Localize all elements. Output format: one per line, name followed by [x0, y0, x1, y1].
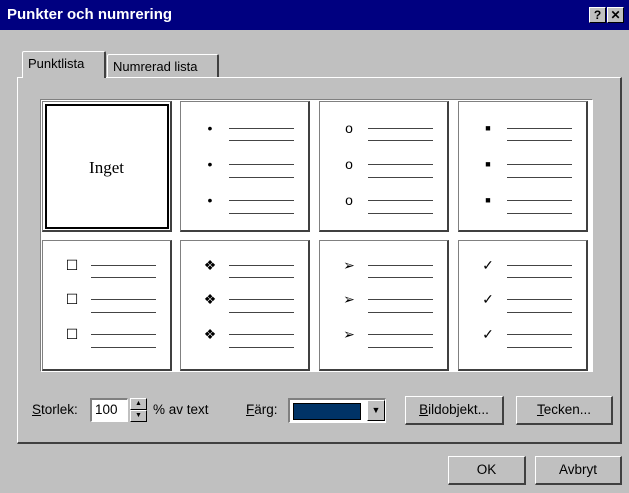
bullet-option-hollow-circle[interactable]: o o o: [319, 101, 449, 232]
filled-square-icon: ■: [485, 195, 491, 205]
size-suffix: % av text: [153, 402, 209, 417]
spin-up-icon[interactable]: ▲: [130, 398, 147, 410]
chevron-down-icon[interactable]: ▼: [367, 400, 385, 421]
size-input[interactable]: 100: [90, 398, 128, 422]
spin-down-icon[interactable]: ▼: [130, 410, 147, 422]
cancel-button[interactable]: Avbryt: [535, 456, 622, 485]
color-label: Färg:: [246, 402, 278, 417]
hollow-square-icon: ☐: [65, 291, 79, 307]
size-label: Storlek:: [32, 402, 78, 417]
character-button[interactable]: Tecken...: [516, 396, 613, 425]
checkmark-icon: ✓: [482, 326, 494, 342]
four-diamond-icon: ❖: [203, 257, 217, 273]
bullet-option-none-label: Inget: [89, 158, 124, 177]
bullet-option-small-dot[interactable]: • • •: [180, 101, 310, 232]
window-title: Punkter och numrering: [7, 6, 173, 23]
tab-numrerad-lista[interactable]: Numrerad lista: [107, 54, 219, 78]
small-dot-icon: •: [207, 156, 213, 172]
tab-punktlista[interactable]: Punktlista: [22, 51, 106, 78]
bullet-option-hollow-square[interactable]: ☐ ☐ ☐: [42, 240, 172, 371]
filled-square-icon: ■: [485, 123, 491, 133]
color-select[interactable]: ▼: [288, 398, 386, 423]
picture-button[interactable]: Bildobjekt...: [405, 396, 504, 425]
bullets-numbering-dialog: Punkter och numrering ? ✕ Punktlista Num…: [0, 0, 629, 493]
bullet-option-none[interactable]: Inget: [42, 101, 172, 232]
bullet-option-checkmark[interactable]: ✓ ✓ ✓: [458, 240, 588, 371]
arrowhead-icon: ➢: [343, 257, 355, 273]
close-button[interactable]: ✕: [607, 7, 624, 23]
small-dot-icon: •: [207, 120, 213, 136]
bullet-option-four-diamond[interactable]: ❖ ❖ ❖: [180, 240, 310, 371]
arrowhead-icon: ➢: [343, 291, 355, 307]
ok-button[interactable]: OK: [448, 456, 526, 485]
four-diamond-icon: ❖: [203, 291, 217, 307]
hollow-circle-icon: o: [345, 120, 353, 136]
help-button[interactable]: ?: [589, 7, 606, 23]
hollow-circle-icon: o: [345, 192, 353, 208]
hollow-square-icon: ☐: [65, 257, 79, 273]
bullet-option-filled-square[interactable]: ■ ■ ■: [458, 101, 588, 232]
hollow-circle-icon: o: [345, 156, 353, 172]
checkmark-icon: ✓: [482, 257, 494, 273]
color-swatch: [293, 403, 361, 420]
filled-square-icon: ■: [485, 159, 491, 169]
hollow-square-icon: ☐: [65, 326, 79, 342]
four-diamond-icon: ❖: [203, 326, 217, 342]
size-spinner[interactable]: ▲ ▼: [130, 398, 147, 422]
title-bar: Punkter och numrering ? ✕: [0, 0, 629, 30]
small-dot-icon: •: [207, 192, 213, 208]
checkmark-icon: ✓: [482, 291, 494, 307]
arrowhead-icon: ➢: [343, 326, 355, 342]
bullet-option-arrowhead[interactable]: ➢ ➢ ➢: [319, 240, 449, 371]
